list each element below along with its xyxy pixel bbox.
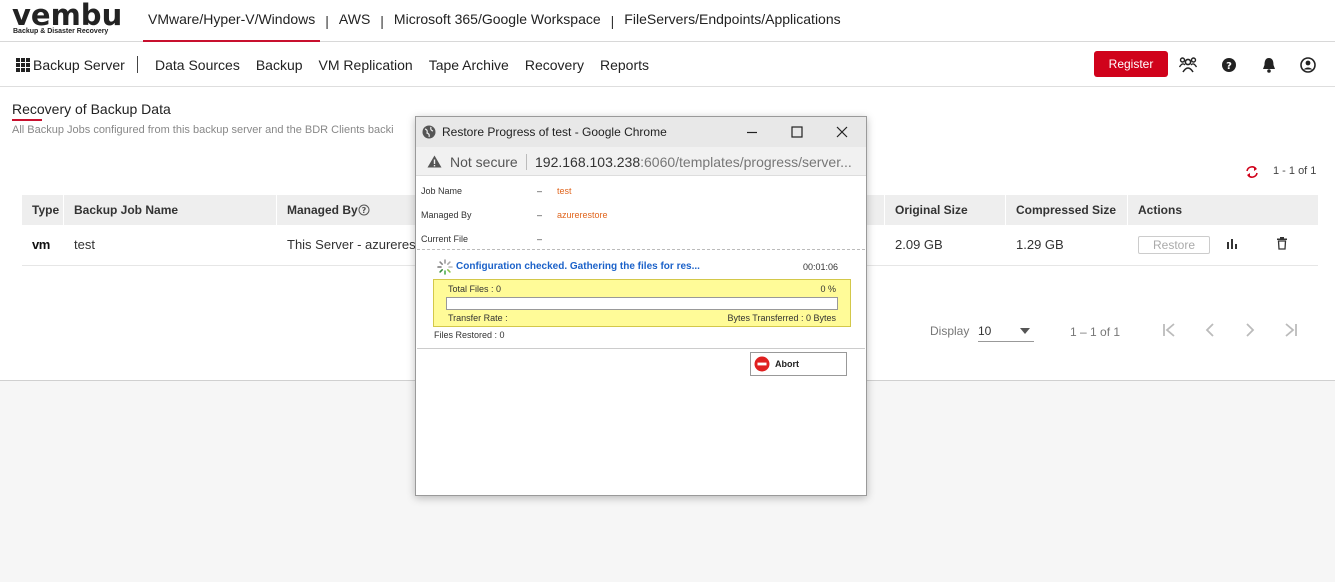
progress-panel: Job Name – test Managed By – azurerestor… xyxy=(417,177,865,349)
nav-divider xyxy=(137,56,138,73)
status-message: Configuration checked. Gathering the fil… xyxy=(456,261,700,272)
abort-button[interactable]: Abort xyxy=(750,352,847,376)
nav-menu: Data Sources Backup VM Replication Tape … xyxy=(147,57,657,73)
window-title: Restore Progress of test - Google Chrome xyxy=(442,125,667,139)
tab-separator: | xyxy=(610,13,615,29)
bell-icon[interactable] xyxy=(1260,56,1278,74)
chevron-down-icon xyxy=(1020,328,1030,334)
warning-icon[interactable] xyxy=(427,155,442,168)
first-page-icon[interactable] xyxy=(1160,320,1180,340)
tab-vmware[interactable]: VMware/Hyper-V/Windows xyxy=(143,0,321,42)
user-icon[interactable] xyxy=(1299,56,1317,74)
job-name-label: Job Name xyxy=(421,186,463,196)
elapsed-time: 00:01:06 xyxy=(803,262,839,272)
address-bar[interactable]: Not secure 192.168.103.238:6060/template… xyxy=(416,147,866,176)
restore-progress-window: Restore Progress of test - Google Chrome… xyxy=(415,116,867,496)
nav-item-backup[interactable]: Backup xyxy=(248,57,311,73)
info-icon[interactable]: ? xyxy=(358,204,370,216)
minimize-icon[interactable] xyxy=(744,124,760,140)
field-separator: – xyxy=(537,234,543,244)
row-job-name[interactable]: test xyxy=(64,225,277,265)
range-bottom: 1 – 1 of 1 xyxy=(1070,325,1121,339)
managed-by-label: Managed By xyxy=(421,210,472,220)
field-separator: – xyxy=(537,210,543,220)
tab-fileservers[interactable]: FileServers/Endpoints/Applications xyxy=(619,0,845,42)
vembu-logo[interactable]: vembu Backup & Disaster Recovery xyxy=(12,0,123,38)
svg-text:?: ? xyxy=(362,206,367,215)
globe-icon xyxy=(422,125,436,139)
refresh-icon[interactable] xyxy=(1245,165,1259,179)
register-button[interactable]: Register xyxy=(1094,51,1168,77)
window-titlebar[interactable]: Restore Progress of test - Google Chrome xyxy=(416,117,866,147)
progress-box: Total Files : 0 0 % Transfer Rate : Byte… xyxy=(433,279,851,327)
logo-tagline: Backup & Disaster Recovery xyxy=(13,28,109,35)
spinner-icon xyxy=(437,259,453,275)
maximize-icon[interactable] xyxy=(789,124,805,140)
display-label: Display xyxy=(930,324,970,338)
users-icon[interactable] xyxy=(1179,56,1197,74)
nav-item-reports[interactable]: Reports xyxy=(592,57,657,73)
abort-label: Abort xyxy=(775,359,799,369)
field-separator: – xyxy=(537,186,543,196)
product-tabs: VMware/Hyper-V/Windows | AWS | Microsoft… xyxy=(143,0,846,42)
percent-complete: 0 % xyxy=(820,284,836,294)
col-type[interactable]: Type xyxy=(22,195,64,225)
next-page-icon[interactable] xyxy=(1240,320,1260,340)
vm-type-icon: vm xyxy=(32,237,50,252)
page-subtitle: All Backup Jobs configured from this bac… xyxy=(12,124,394,136)
nav-item-vm-replication[interactable]: VM Replication xyxy=(311,57,421,73)
logo-word: vembu xyxy=(12,0,123,32)
progress-bar xyxy=(446,297,838,310)
nav-brand[interactable]: Backup Server xyxy=(33,57,125,73)
total-files: Total Files : 0 xyxy=(448,284,502,294)
nav-item-tape-archive[interactable]: Tape Archive xyxy=(421,57,517,73)
job-name-value: test xyxy=(557,186,572,196)
row-compressed-size: 1.29 GB xyxy=(1016,237,1064,252)
not-secure-label[interactable]: Not secure xyxy=(450,154,518,170)
nav-item-recovery[interactable]: Recovery xyxy=(517,57,592,73)
restore-button[interactable]: Restore xyxy=(1138,236,1210,254)
url-text[interactable]: 192.168.103.238:6060/templates/progress/… xyxy=(535,154,852,170)
tab-separator: | xyxy=(325,13,329,29)
svg-text:?: ? xyxy=(1226,61,1232,72)
page-title: Recovery of Backup Data xyxy=(12,101,171,117)
tab-microsoft365[interactable]: Microsoft 365/Google Workspace xyxy=(389,0,606,42)
col-compressed-size[interactable]: Compressed Size xyxy=(1006,195,1128,225)
nav-bar: Backup Server Data Sources Backup VM Rep… xyxy=(0,42,1335,87)
managed-by-value: azurerestore xyxy=(557,210,608,220)
stop-icon xyxy=(754,356,770,372)
row-type: vm xyxy=(22,225,64,265)
title-underline xyxy=(12,119,42,121)
delete-icon[interactable] xyxy=(1276,237,1288,250)
divider xyxy=(417,249,865,250)
col-original-size[interactable]: Original Size xyxy=(885,195,1006,225)
transfer-rate: Transfer Rate : xyxy=(448,313,508,323)
apps-grid-icon[interactable] xyxy=(16,58,30,72)
range-top: 1 - 1 of 1 xyxy=(1273,165,1317,177)
row-actions: Restore xyxy=(1128,225,1318,265)
prev-page-icon[interactable] xyxy=(1200,320,1220,340)
report-chart-icon[interactable] xyxy=(1226,238,1238,250)
bytes-transferred: Bytes Transferred : 0 Bytes xyxy=(727,313,836,323)
files-restored: Files Restored : 0 xyxy=(434,330,505,340)
close-icon[interactable] xyxy=(834,124,850,140)
current-file-label: Current File xyxy=(421,234,469,244)
col-job-name[interactable]: Backup Job Name xyxy=(64,195,277,225)
tab-aws[interactable]: AWS xyxy=(334,0,375,42)
last-page-icon[interactable] xyxy=(1280,320,1300,340)
help-icon[interactable]: ? xyxy=(1220,56,1238,74)
nav-item-data-sources[interactable]: Data Sources xyxy=(147,57,248,73)
row-original-size: 2.09 GB xyxy=(895,237,943,252)
url-divider xyxy=(526,154,527,170)
display-select[interactable]: 10 xyxy=(978,322,1034,342)
tab-separator: | xyxy=(380,13,384,29)
top-bar: vembu Backup & Disaster Recovery VMware/… xyxy=(0,0,1335,42)
col-actions: Actions xyxy=(1138,203,1183,217)
